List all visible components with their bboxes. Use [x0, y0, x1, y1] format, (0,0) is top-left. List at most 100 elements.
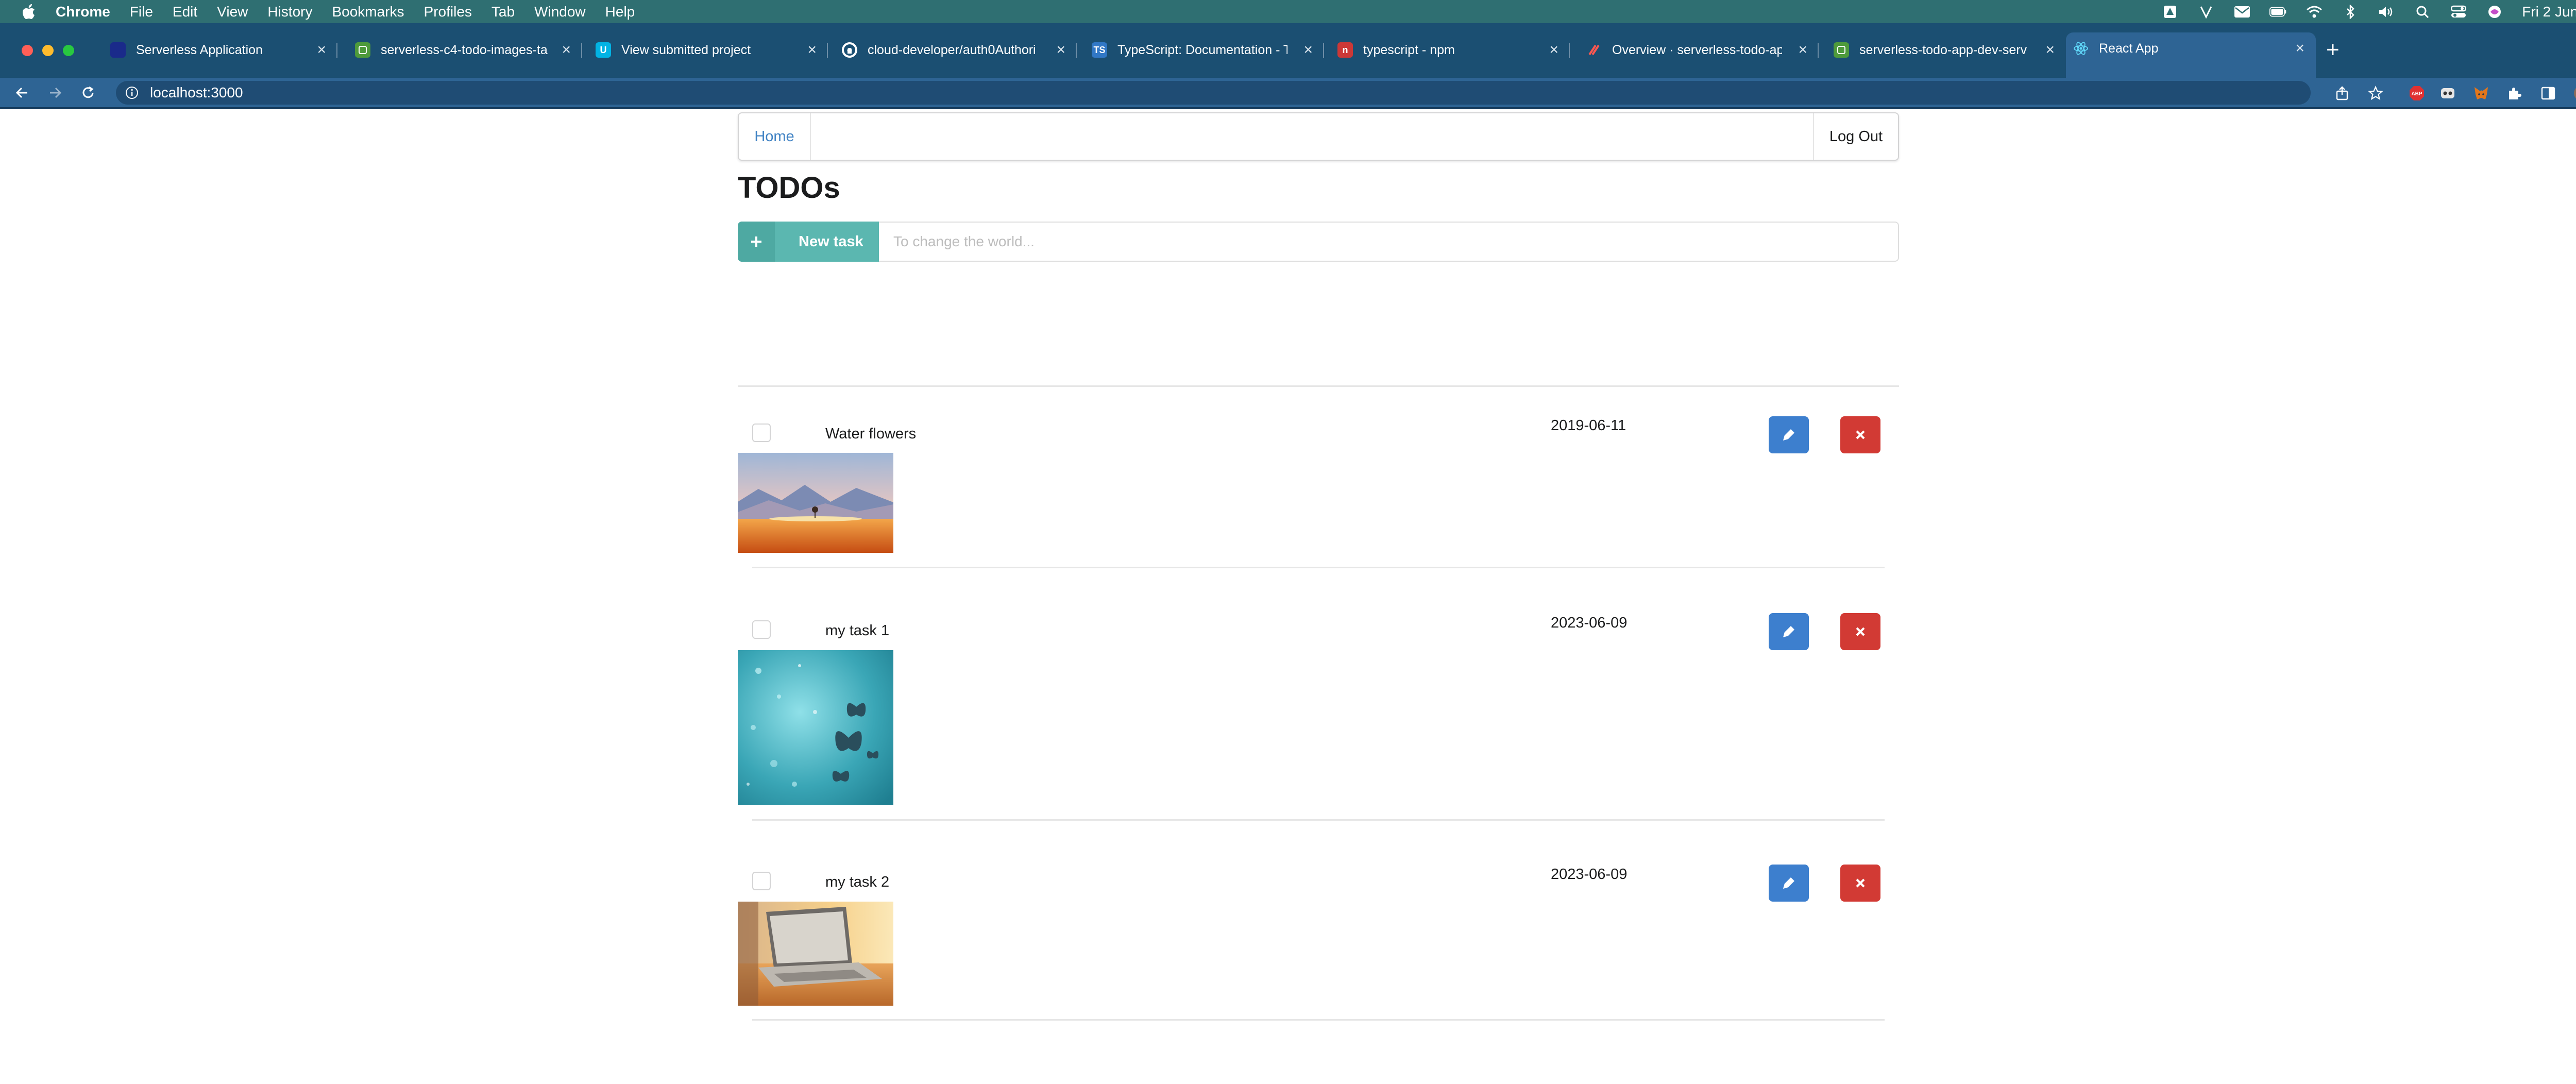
menu-edit[interactable]: Edit: [173, 4, 197, 20]
todo-attachment-image: [738, 902, 893, 1006]
window-close-button[interactable]: [22, 45, 33, 56]
tab-title: TypeScript: Documentation - T: [1117, 42, 1287, 57]
tab-close-icon[interactable]: ×: [2045, 41, 2055, 59]
volume-icon[interactable]: [2378, 5, 2395, 19]
back-arrow-icon[interactable]: [14, 85, 30, 100]
plus-icon: [738, 222, 775, 262]
tab-title: cloud-developer/auth0Authori: [868, 42, 1036, 57]
menu-view[interactable]: View: [217, 4, 248, 20]
edit-todo-button[interactable]: [1769, 416, 1809, 453]
pencil-icon: [1783, 626, 1794, 638]
todo-due-date: 2019-06-11: [1551, 417, 1626, 434]
spotlight-search-icon[interactable]: [2414, 5, 2431, 19]
tab-typescript-documentation[interactable]: TS TypeScript: Documentation - T ×: [1084, 35, 1324, 65]
tab-separator: [336, 43, 337, 58]
tab-close-icon[interactable]: ×: [1303, 41, 1313, 59]
drive-status-icon[interactable]: [2161, 5, 2179, 19]
tab-title: serverless-c4-todo-images-ta: [381, 42, 548, 57]
todo-name: my task 2: [825, 874, 890, 890]
tab-serverless-application[interactable]: Serverless Application ×: [103, 35, 337, 65]
home-link[interactable]: Home: [739, 113, 811, 160]
menu-app-name[interactable]: Chrome: [56, 4, 110, 20]
delete-todo-button[interactable]: [1840, 865, 1880, 902]
address-bar[interactable]: localhost:3000: [116, 81, 2311, 105]
delete-todo-button[interactable]: [1840, 416, 1880, 453]
tab-title: serverless-todo-app-dev-serv: [1859, 42, 2027, 57]
menu-file[interactable]: File: [130, 4, 153, 20]
adblock-extension-icon[interactable]: ABP: [2409, 85, 2425, 101]
udacity-icon: U: [596, 42, 611, 58]
bookmark-star-icon[interactable]: [2367, 85, 2384, 101]
site-info-icon[interactable]: [125, 86, 139, 99]
tab-separator: [1818, 43, 1819, 58]
forward-arrow-icon[interactable]: [47, 85, 63, 100]
window-zoom-button[interactable]: [63, 45, 74, 56]
tab-title: React App: [2099, 41, 2159, 56]
battery-icon[interactable]: [2269, 5, 2287, 19]
serverless-dashboard-icon: [1586, 42, 1602, 58]
menu-help[interactable]: Help: [605, 4, 635, 20]
siri-icon[interactable]: [2486, 5, 2503, 19]
extension-mask-icon[interactable]: [2439, 85, 2456, 101]
todo-divider: [752, 1019, 1885, 1021]
new-task-label: New task: [799, 233, 863, 250]
apple-menu-icon[interactable]: [20, 4, 38, 20]
todo-due-date: 2023-06-09: [1551, 615, 1628, 631]
browser-tab-strip: Serverless Application × serverless-c4-t…: [0, 23, 2576, 78]
share-icon[interactable]: [2334, 85, 2350, 101]
new-tab-button[interactable]: +: [2326, 39, 2340, 61]
tab-close-icon[interactable]: ×: [1549, 41, 1558, 59]
tab-close-icon[interactable]: ×: [1798, 41, 1807, 59]
tab-close-icon[interactable]: ×: [562, 41, 571, 59]
browser-toolbar: localhost:3000 ABP: [0, 78, 2576, 107]
control-center-icon[interactable]: [2450, 5, 2467, 19]
tab-separator: [827, 43, 828, 58]
lambda-icon: [1834, 42, 1849, 58]
top-navigation-menu: Home Log Out: [738, 112, 1899, 161]
todo-due-date: 2023-06-09: [1551, 866, 1628, 883]
address-url[interactable]: localhost:3000: [150, 84, 243, 101]
todo-checkbox[interactable]: [752, 620, 771, 639]
tab-close-icon[interactable]: ×: [2295, 40, 2304, 57]
delete-todo-button[interactable]: [1840, 613, 1880, 650]
tab-title: Overview · serverless-todo-ap: [1612, 42, 1782, 57]
mail-status-icon[interactable]: [2233, 5, 2251, 19]
profile-avatar[interactable]: [2573, 85, 2576, 101]
menu-history[interactable]: History: [267, 4, 312, 20]
tab-close-icon[interactable]: ×: [807, 41, 817, 59]
tab-view-submitted-project[interactable]: U View submitted project ×: [588, 35, 828, 65]
menubar-clock[interactable]: Fri 2 Jun 21:33: [2522, 4, 2576, 20]
tab-react-app[interactable]: React App ×: [2066, 32, 2316, 78]
todo-checkbox[interactable]: [752, 424, 771, 442]
menu-window[interactable]: Window: [534, 4, 586, 20]
new-task-button[interactable]: New task: [738, 222, 879, 262]
tab-serverless-overview[interactable]: Overview · serverless-todo-ap ×: [1579, 35, 1819, 65]
bluetooth-icon[interactable]: [2342, 4, 2359, 19]
todo-checkbox[interactable]: [752, 872, 771, 890]
todo-name: my task 1: [825, 622, 890, 639]
side-panel-icon[interactable]: [2540, 85, 2556, 101]
vim-status-icon[interactable]: [2197, 5, 2215, 19]
close-x-icon: [1856, 430, 1865, 439]
tab-close-icon[interactable]: ×: [1056, 41, 1065, 59]
tab-serverless-images-bucket[interactable]: serverless-c4-todo-images-ta ×: [348, 35, 582, 65]
tab-close-icon[interactable]: ×: [317, 41, 326, 59]
reload-icon[interactable]: [80, 85, 96, 100]
new-task-input[interactable]: [879, 222, 1899, 262]
window-minimize-button[interactable]: [42, 45, 54, 56]
menu-profiles[interactable]: Profiles: [424, 4, 472, 20]
tab-typescript-npm[interactable]: n typescript - npm ×: [1330, 35, 1570, 65]
edit-todo-button[interactable]: [1769, 613, 1809, 650]
log-out-button[interactable]: Log Out: [1813, 113, 1898, 160]
tab-separator: [581, 43, 582, 58]
edit-todo-button[interactable]: [1769, 865, 1809, 902]
extensions-puzzle-icon[interactable]: [2506, 85, 2523, 101]
wifi-icon[interactable]: [2306, 5, 2323, 19]
menu-tab[interactable]: Tab: [492, 4, 515, 20]
metamask-fox-icon[interactable]: [2473, 85, 2489, 101]
pencil-icon: [1783, 877, 1794, 889]
svg-text:ABP: ABP: [2411, 91, 2422, 97]
tab-github-cloud-developer[interactable]: cloud-developer/auth0Authori ×: [835, 35, 1077, 65]
menu-bookmarks[interactable]: Bookmarks: [332, 4, 404, 20]
tab-serverless-todo-app-dev[interactable]: serverless-todo-app-dev-serv ×: [1826, 35, 2066, 65]
